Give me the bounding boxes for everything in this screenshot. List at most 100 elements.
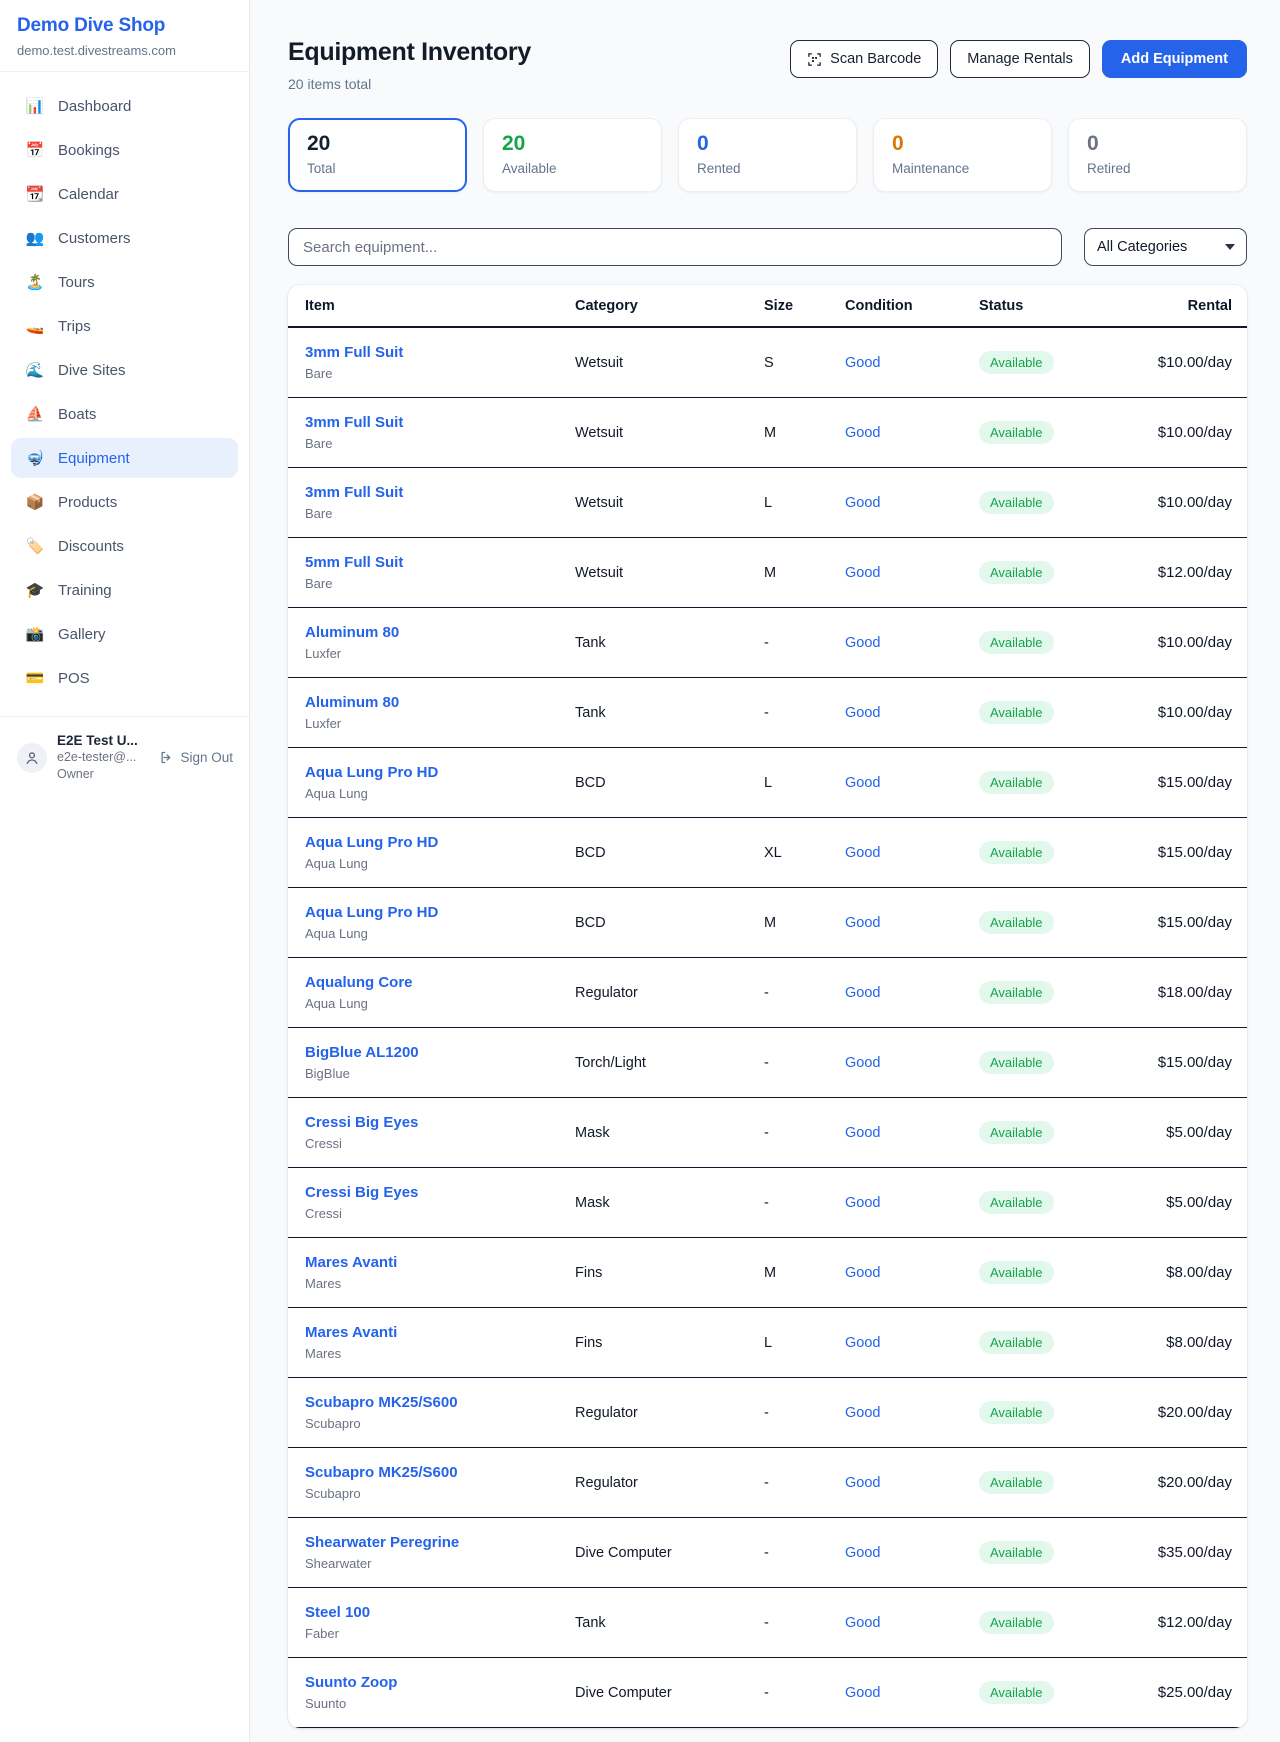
condition-link[interactable]: Good — [845, 1475, 880, 1491]
item-link[interactable]: Aqua Lung Pro HD — [305, 764, 438, 781]
status-badge: Available — [979, 351, 1054, 374]
item-brand: Aqua Lung — [305, 786, 575, 801]
item-link[interactable]: Aluminum 80 — [305, 624, 399, 641]
item-link[interactable]: Aluminum 80 — [305, 694, 399, 711]
sidebar-item-pos[interactable]: 💳 POS — [11, 658, 238, 698]
item-brand: Aqua Lung — [305, 996, 575, 1011]
item-link[interactable]: Suunto Zoop — [305, 1674, 397, 1691]
condition-link[interactable]: Good — [845, 565, 880, 581]
sidebar-nav: 📊 Dashboard 📅 Bookings 📆 Calendar 👥 Cust… — [0, 72, 249, 708]
sidebar-item-dashboard[interactable]: 📊 Dashboard — [11, 86, 238, 126]
sign-out-button[interactable]: Sign Out — [159, 750, 233, 765]
item-link[interactable]: Aqualung Core — [305, 974, 413, 991]
category-cell: Torch/Light — [575, 1055, 764, 1071]
table-row: Aqua Lung Pro HD Aqua Lung BCD L Good Av… — [288, 748, 1247, 818]
category-cell: Wetsuit — [575, 355, 764, 371]
condition-link[interactable]: Good — [845, 1545, 880, 1561]
sidebar-item-label: Dashboard — [58, 98, 131, 115]
status-badge: Available — [979, 1401, 1054, 1424]
item-brand: Cressi — [305, 1136, 575, 1151]
user-block: E2E Test U... e2e-tester@... Owner Sign … — [0, 716, 249, 796]
condition-link[interactable]: Good — [845, 775, 880, 791]
item-link[interactable]: Cressi Big Eyes — [305, 1184, 418, 1201]
item-link[interactable]: 3mm Full Suit — [305, 344, 403, 361]
sidebar-item-gallery[interactable]: 📸 Gallery — [11, 614, 238, 654]
item-link[interactable]: Steel 100 — [305, 1604, 370, 1621]
condition-link[interactable]: Good — [845, 1405, 880, 1421]
condition-link[interactable]: Good — [845, 1195, 880, 1211]
manage-rentals-button[interactable]: Manage Rentals — [950, 40, 1090, 78]
rental-cell: $20.00/day — [1139, 1404, 1232, 1421]
sidebar-item-customers[interactable]: 👥 Customers — [11, 218, 238, 258]
table-row: Steel 100 Faber Tank - Good Available $1… — [288, 1588, 1247, 1658]
condition-link[interactable]: Good — [845, 425, 880, 441]
item-link[interactable]: 3mm Full Suit — [305, 414, 403, 431]
item-link[interactable]: 5mm Full Suit — [305, 554, 403, 571]
table-row: 3mm Full Suit Bare Wetsuit M Good Availa… — [288, 398, 1247, 468]
condition-link[interactable]: Good — [845, 1125, 880, 1141]
sidebar: Demo Dive Shop demo.test.divestreams.com… — [0, 0, 250, 1742]
item-link[interactable]: Aqua Lung Pro HD — [305, 904, 438, 921]
condition-link[interactable]: Good — [845, 1265, 880, 1281]
condition-link[interactable]: Good — [845, 1055, 880, 1071]
condition-link[interactable]: Good — [845, 845, 880, 861]
condition-link[interactable]: Good — [845, 915, 880, 931]
discounts-icon: 🏷️ — [25, 537, 45, 555]
stat-card-retired[interactable]: 0 Retired — [1068, 118, 1247, 192]
status-badge: Available — [979, 491, 1054, 514]
sidebar-item-discounts[interactable]: 🏷️ Discounts — [11, 526, 238, 566]
status-badge: Available — [979, 1611, 1054, 1634]
condition-link[interactable]: Good — [845, 635, 880, 651]
size-cell: S — [764, 355, 845, 371]
table-row: Aluminum 80 Luxfer Tank - Good Available… — [288, 608, 1247, 678]
scan-barcode-button[interactable]: Scan Barcode — [790, 40, 938, 78]
category-select[interactable]: All Categories — [1084, 228, 1247, 266]
condition-link[interactable]: Good — [845, 1685, 880, 1701]
rental-cell: $10.00/day — [1139, 424, 1232, 441]
stat-card-available[interactable]: 20 Available — [483, 118, 662, 192]
sidebar-item-training[interactable]: 🎓 Training — [11, 570, 238, 610]
add-equipment-button[interactable]: Add Equipment — [1102, 40, 1247, 78]
sidebar-item-trips[interactable]: 🚤 Trips — [11, 306, 238, 346]
sign-out-icon — [159, 750, 174, 765]
condition-link[interactable]: Good — [845, 1615, 880, 1631]
table-row: Aqua Lung Pro HD Aqua Lung BCD XL Good A… — [288, 818, 1247, 888]
condition-link[interactable]: Good — [845, 705, 880, 721]
sidebar-item-dive-sites[interactable]: 🌊 Dive Sites — [11, 350, 238, 390]
item-link[interactable]: BigBlue AL1200 — [305, 1044, 419, 1061]
item-link[interactable]: Aqua Lung Pro HD — [305, 834, 438, 851]
sidebar-item-calendar[interactable]: 📆 Calendar — [11, 174, 238, 214]
item-link[interactable]: Scubapro MK25/S600 — [305, 1464, 458, 1481]
stat-value: 0 — [697, 132, 838, 156]
stat-label: Total — [307, 161, 448, 176]
item-link[interactable]: Cressi Big Eyes — [305, 1114, 418, 1131]
table-row: Mares Avanti Mares Fins L Good Available… — [288, 1308, 1247, 1378]
page-title: Equipment Inventory — [288, 38, 531, 67]
filter-row: All Categories — [288, 228, 1247, 266]
item-link[interactable]: Mares Avanti — [305, 1254, 397, 1271]
condition-link[interactable]: Good — [845, 495, 880, 511]
sidebar-item-boats[interactable]: ⛵ Boats — [11, 394, 238, 434]
stat-card-total[interactable]: 20 Total — [288, 118, 467, 192]
item-link[interactable]: 3mm Full Suit — [305, 484, 403, 501]
search-input[interactable] — [288, 228, 1062, 266]
sidebar-item-equipment[interactable]: 🤿 Equipment — [11, 438, 238, 478]
col-header-size: Size — [764, 298, 845, 314]
item-link[interactable]: Shearwater Peregrine — [305, 1534, 459, 1551]
category-cell: Wetsuit — [575, 495, 764, 511]
condition-link[interactable]: Good — [845, 355, 880, 371]
sidebar-item-products[interactable]: 📦 Products — [11, 482, 238, 522]
stat-card-maintenance[interactable]: 0 Maintenance — [873, 118, 1052, 192]
item-link[interactable]: Mares Avanti — [305, 1324, 397, 1341]
stat-card-rented[interactable]: 0 Rented — [678, 118, 857, 192]
sidebar-item-bookings[interactable]: 📅 Bookings — [11, 130, 238, 170]
rental-cell: $8.00/day — [1139, 1264, 1232, 1281]
item-brand: Mares — [305, 1346, 575, 1361]
sidebar-item-tours[interactable]: 🏝️ Tours — [11, 262, 238, 302]
rental-cell: $5.00/day — [1139, 1194, 1232, 1211]
brand-title[interactable]: Demo Dive Shop — [17, 15, 233, 37]
condition-link[interactable]: Good — [845, 985, 880, 1001]
condition-link[interactable]: Good — [845, 1335, 880, 1351]
item-link[interactable]: Scubapro MK25/S600 — [305, 1394, 458, 1411]
calendar-icon: 📆 — [25, 185, 45, 203]
